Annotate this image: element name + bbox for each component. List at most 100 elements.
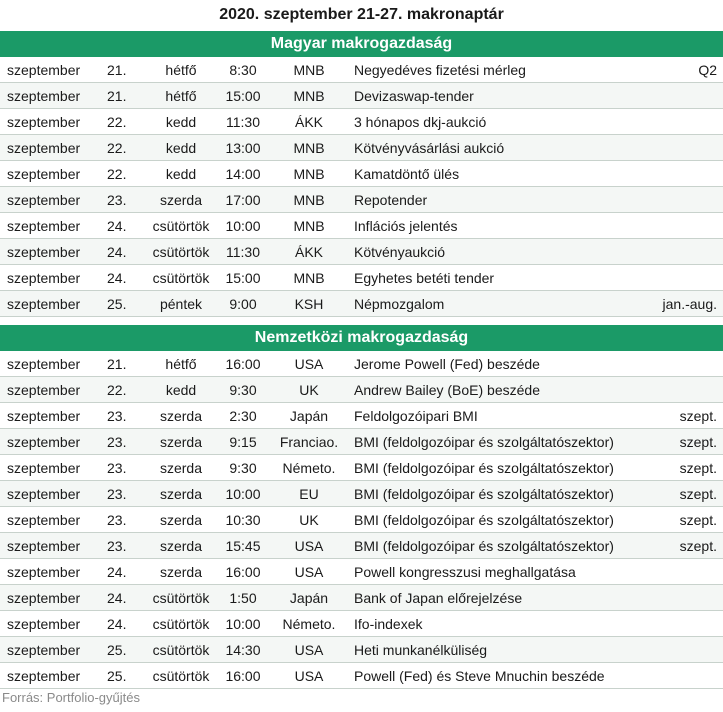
table-row: szeptember 22. kedd 14:00 MNB Kamatdöntő ülés: [0, 161, 723, 187]
weekday: szerda: [159, 434, 203, 450]
section-heading-hungarian: Magyar makrogazdaság: [0, 31, 723, 57]
date-month: szeptember: [7, 512, 81, 528]
date-month: szeptember: [7, 408, 81, 424]
time: 16:00: [225, 356, 261, 372]
international-events-table: szeptember 21. hétfő 16:00 USA Jerome Powell …: [0, 351, 723, 689]
date-day: 24.: [107, 590, 127, 606]
source: USA: [294, 564, 324, 580]
weekday: szerda: [159, 408, 203, 424]
page-title: 2020. szeptember 21-27. makronaptár: [219, 6, 504, 23]
event-name: Heti munkanélküliség: [354, 642, 488, 658]
weekday: csütörtök: [152, 590, 210, 606]
time: 9:00: [229, 296, 257, 312]
time: 10:30: [225, 512, 261, 528]
date-day: 25.: [107, 668, 127, 684]
date-day: 24.: [107, 218, 127, 234]
time: 16:00: [225, 564, 261, 580]
weekday: kedd: [165, 166, 197, 182]
date-month: szeptember: [7, 356, 81, 372]
source: MNB: [293, 218, 325, 234]
event-name: BMI (feldolgozóipar és szolgáltatószekto…: [354, 486, 614, 502]
time: 2:30: [229, 408, 257, 424]
weekday: szerda: [159, 538, 203, 554]
source: USA: [294, 668, 324, 684]
reference-period: szept.: [679, 434, 717, 450]
table-row: szeptember 23. szerda 17:00 MNB Repotender: [0, 187, 723, 213]
event-name: Kötvényaukció: [354, 244, 446, 260]
date-day: 25.: [107, 296, 127, 312]
table-row: szeptember 23. szerda 10:30 UK BMI (feldolgoz…: [0, 507, 723, 533]
time: 15:00: [225, 88, 261, 104]
table-row: szeptember 23. szerda 9:30 Németo. BMI (feldo…: [0, 455, 723, 481]
weekday: szerda: [159, 564, 203, 580]
table-row: szeptember 24. csütörtök 15:00 MNB Egyhetes b…: [0, 265, 723, 291]
date-day: 23.: [107, 192, 127, 208]
time: 1:50: [229, 590, 257, 606]
time: 10:00: [225, 218, 261, 234]
source: USA: [294, 538, 324, 554]
date-month: szeptember: [7, 62, 81, 78]
table-row: szeptember 21. hétfő 16:00 USA Jerome Powell …: [0, 351, 723, 377]
time: 14:00: [225, 166, 261, 182]
time: 9:30: [229, 382, 257, 398]
source: USA: [294, 356, 324, 372]
date-day: 21.: [107, 88, 127, 104]
time: 8:30: [229, 62, 257, 78]
date-month: szeptember: [7, 616, 81, 632]
date-month: szeptember: [7, 296, 81, 312]
weekday: csütörtök: [152, 218, 210, 234]
reference-period: Q2: [698, 62, 717, 78]
event-name: Powell (Fed) és Steve Mnuchin beszéde: [354, 668, 605, 684]
date-month: szeptember: [7, 642, 81, 658]
event-name: Andrew Bailey (BoE) beszéde: [354, 382, 540, 398]
table-row: szeptember 22. kedd 13:00 MNB Kötvényvásárlás…: [0, 135, 723, 161]
weekday: szerda: [159, 192, 203, 208]
weekday: hétfő: [165, 88, 197, 104]
table-row: szeptember 24. csütörtök 10:00 Németo. Ifo-in…: [0, 611, 723, 637]
event-name: Kamatdöntő ülés: [354, 166, 460, 182]
source: KSH: [294, 296, 324, 312]
reference-period: jan.-aug.: [662, 296, 717, 312]
date-day: 23.: [107, 486, 127, 502]
time: 11:30: [226, 114, 260, 130]
section-heading-international: Nemzetközi makrogazdaság: [0, 325, 723, 351]
date-day: 22.: [107, 382, 127, 398]
date-day: 23.: [107, 434, 127, 450]
event-name: BMI (feldolgozóipar és szolgáltatószekto…: [354, 538, 614, 554]
event-name: 3 hónapos dkj-aukció: [354, 114, 487, 130]
reference-period: szept.: [679, 460, 717, 476]
table-row: szeptember 21. hétfő 8:30 MNB Negyedéves fize…: [0, 57, 723, 83]
event-name: Negyedéves fizetési mérleg: [354, 62, 526, 78]
time: 13:00: [225, 140, 261, 156]
time: 9:30: [229, 460, 257, 476]
table-row: szeptember 23. szerda 10:00 EU BMI (feldolgoz…: [0, 481, 723, 507]
reference-period: szept.: [679, 512, 717, 528]
source: UK: [299, 382, 319, 398]
table-row: szeptember 21. hétfő 15:00 MNB Devizaswap-ten…: [0, 83, 723, 109]
event-name: Inflációs jelentés: [354, 218, 458, 234]
table-row: szeptember 24. szerda 16:00 USA Powell kongre…: [0, 559, 723, 585]
date-day: 21.: [107, 62, 127, 78]
event-name: Ifo-indexek: [354, 616, 423, 632]
date-month: szeptember: [7, 460, 81, 476]
time: 10:00: [225, 486, 261, 502]
date-day: 24.: [107, 564, 127, 580]
date-day: 21.: [107, 356, 127, 372]
source: EU: [299, 486, 319, 502]
source: MNB: [293, 166, 325, 182]
event-name: BMI (feldolgozóipar és szolgáltatószekto…: [354, 460, 614, 476]
date-month: szeptember: [7, 140, 81, 156]
event-name: Devizaswap-tender: [354, 88, 474, 104]
date-day: 22.: [107, 166, 127, 182]
weekday: szerda: [159, 512, 203, 528]
date-month: szeptember: [7, 486, 81, 502]
event-name: Powell kongresszusi meghallgatása: [354, 564, 576, 580]
time: 15:45: [225, 538, 261, 554]
time: 10:00: [225, 616, 261, 632]
hungarian-events-table: szeptember 21. hétfő 8:30 MNB Negyedéves fize…: [0, 57, 723, 317]
weekday: hétfő: [165, 62, 197, 78]
weekday: kedd: [165, 382, 197, 398]
date-month: szeptember: [7, 114, 81, 130]
weekday: péntek: [159, 296, 203, 312]
weekday: csütörtök: [152, 270, 210, 286]
